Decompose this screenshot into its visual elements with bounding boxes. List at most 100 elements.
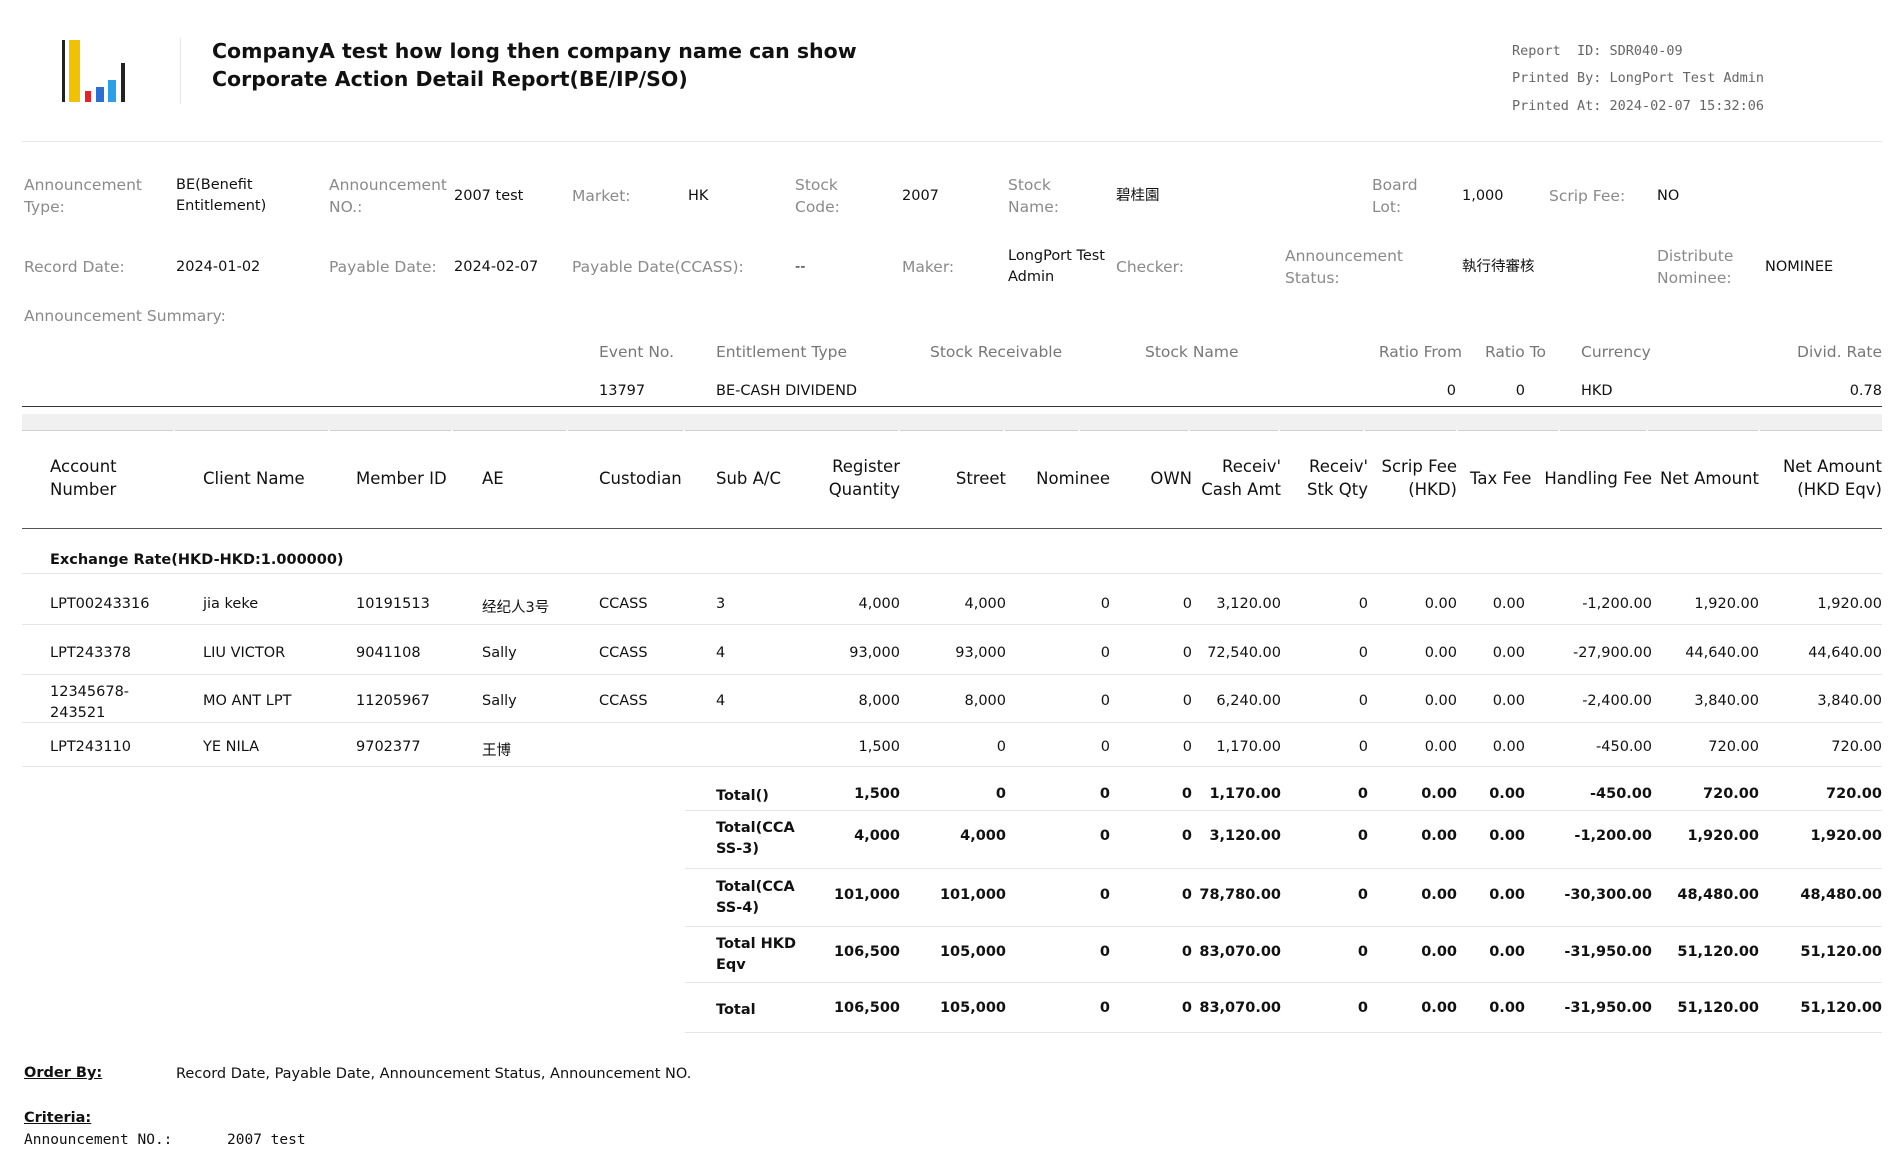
header-top-rule <box>1005 430 1078 431</box>
column-header-line: (HKD Eqv) <box>1797 480 1882 499</box>
event-rule <box>22 406 1882 407</box>
table-cell: 93,000 <box>849 645 900 661</box>
table-cell: 4 <box>716 645 726 661</box>
event-cell: HKD <box>1581 383 1613 399</box>
total-cell: 0 <box>1099 887 1110 903</box>
column-header-line: (HKD) <box>1408 480 1457 499</box>
table-cell: 0 <box>1100 693 1110 709</box>
table-cell: 720.00 <box>1831 739 1882 755</box>
board-lot-label: Board Lot: <box>1372 176 1418 216</box>
total-cell: 0.00 <box>1421 887 1457 903</box>
column-header-line: Net Amount <box>1782 457 1882 476</box>
column-header: Net Amount (HKD Eqv) <box>1765 455 1882 501</box>
total-cell: 83,070.00 <box>1199 1000 1281 1016</box>
header-rule <box>22 141 1882 142</box>
column-header: Street <box>955 469 1006 488</box>
table-cell: 0 <box>1182 596 1192 612</box>
announcement-no-label: Announcement NO.: <box>329 176 447 216</box>
stock-code-label: Stock Code: <box>795 176 840 216</box>
table-cell: 8,000 <box>858 693 900 709</box>
total-cell: 0 <box>1181 887 1192 903</box>
table-cell: 1,920.00 <box>1694 596 1759 612</box>
column-header: Client Name <box>203 469 305 488</box>
total-cell: 1,920.00 <box>1810 828 1882 844</box>
header-top-rule <box>568 430 683 431</box>
table-cell: MO ANT LPT <box>203 693 292 709</box>
table-cell: 0.00 <box>1424 739 1457 755</box>
table-cell: 1,170.00 <box>1216 739 1281 755</box>
announcement-summary-label: Announcement Summary: <box>24 307 226 325</box>
column-header: Receiv' Stk Qty <box>1290 455 1368 501</box>
table-cell: YE NILA <box>203 739 260 755</box>
table-cell: 4,000 <box>964 596 1006 612</box>
header-top-rule <box>330 430 451 431</box>
event-col-header: Ratio To <box>1485 343 1547 361</box>
market-label: Market: <box>572 187 631 205</box>
table-cell: 44,640.00 <box>1808 645 1882 661</box>
total-cell: 0 <box>1099 786 1110 802</box>
table-cell: -27,900.00 <box>1572 645 1652 661</box>
market-value: HK <box>688 188 709 204</box>
total-cell: 0.00 <box>1489 944 1525 960</box>
table-cell: CCASS <box>599 693 648 709</box>
printed-by: Printed By: LongPort Test Admin <box>1512 70 1764 86</box>
column-header: Tax Fee <box>1470 469 1532 488</box>
table-cell: 720.00 <box>1708 739 1759 755</box>
table-cell: -450.00 <box>1596 739 1652 755</box>
total-cell: 0 <box>1099 828 1110 844</box>
total-cell: 720.00 <box>1826 786 1882 802</box>
column-header-line: Scrip Fee <box>1381 457 1457 476</box>
row-divider <box>22 766 1882 767</box>
total-cell: 51,120.00 <box>1677 1000 1759 1016</box>
company-logo <box>62 40 125 102</box>
row-divider <box>22 624 1882 625</box>
header-top-rule <box>175 430 328 431</box>
total-cell: 101,000 <box>833 887 900 903</box>
column-header-line: Quantity <box>828 480 900 499</box>
payable-date-label: Payable Date: <box>329 258 437 276</box>
total-divider <box>685 1032 1882 1033</box>
column-header: Member ID <box>356 469 447 488</box>
exchange-rate-label: Exchange Rate(HKD-HKD:1.000000) <box>50 552 344 568</box>
event-cell: 0.78 <box>1849 383 1882 399</box>
total-cell: 0.00 <box>1421 944 1457 960</box>
total-cell: 0 <box>1181 786 1192 802</box>
stock-name-value: 碧桂園 <box>1116 188 1160 204</box>
total-cell: 1,500 <box>854 786 900 802</box>
total-cell: 0 <box>1181 828 1192 844</box>
event-cell: 0 <box>1446 383 1456 399</box>
total-cell: -30,300.00 <box>1564 887 1652 903</box>
column-header: Handling Fee <box>1544 469 1652 488</box>
table-cell: 0.00 <box>1492 739 1525 755</box>
table-cell: 0 <box>1182 645 1192 661</box>
event-col-header: Stock Name <box>1145 343 1239 361</box>
total-cell: 0.00 <box>1489 828 1525 844</box>
table-cell: 0 <box>1182 739 1192 755</box>
table-cell: -2,400.00 <box>1582 693 1652 709</box>
header-top-rule <box>1760 430 1882 431</box>
table-cell: 0.00 <box>1424 596 1457 612</box>
total-cell: 0 <box>1181 1000 1192 1016</box>
total-cell: -31,950.00 <box>1564 1000 1652 1016</box>
event-cell: 13797 <box>599 383 646 399</box>
event-col-header: Ratio From <box>1378 343 1462 361</box>
total-cell: 105,000 <box>939 1000 1006 1016</box>
total-cell: 101,000 <box>939 887 1006 903</box>
scrip-fee-value: NO <box>1657 188 1680 204</box>
table-cell: 0 <box>1100 645 1110 661</box>
column-header: AE <box>482 469 504 488</box>
table-cell: 1,500 <box>858 739 900 755</box>
total-cell: 1,170.00 <box>1209 786 1281 802</box>
table-cell: 0.00 <box>1492 596 1525 612</box>
header-top-rule <box>685 430 898 431</box>
total-cell: 0.00 <box>1489 1000 1525 1016</box>
header-top-rule <box>1080 430 1188 431</box>
table-cell: 0.00 <box>1492 693 1525 709</box>
logo-bar-3 <box>85 91 91 102</box>
table-cell: 9702377 <box>356 739 421 755</box>
column-header-line: Receiv' <box>1222 457 1281 476</box>
table-cell: 3,840.00 <box>1817 693 1882 709</box>
stock-code-value: 2007 <box>902 188 939 204</box>
total-divider <box>685 810 1882 811</box>
total-cell: 0.00 <box>1421 786 1457 802</box>
